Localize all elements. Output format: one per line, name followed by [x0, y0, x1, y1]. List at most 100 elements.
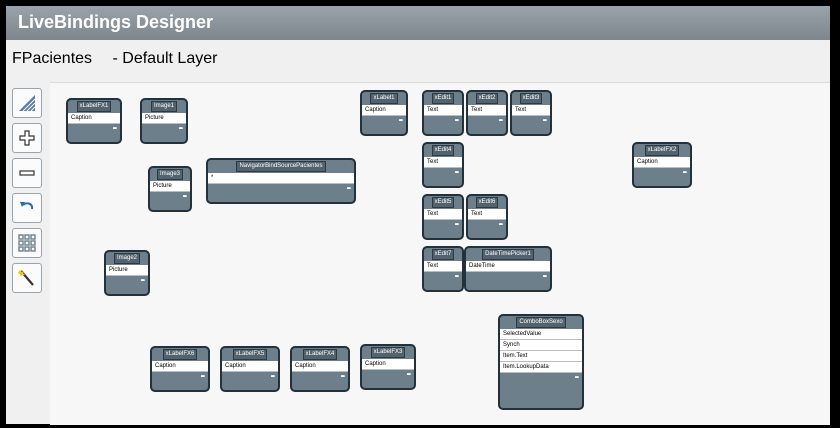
node-xedit6[interactable]: xEdit6 Text •••: [466, 194, 508, 240]
node-field[interactable]: Text: [468, 105, 506, 116]
node-title-text: xEdit3: [519, 93, 543, 104]
node-field[interactable]: Synch: [500, 340, 582, 351]
node-xedit7[interactable]: xEdit7 Text •••: [422, 246, 464, 292]
node-xlabelfx5[interactable]: xLabelFX5 Caption •••: [220, 346, 280, 392]
node-xlabelfx1[interactable]: xLabelFX1 Caption •••: [66, 98, 122, 144]
node-title-text: xLabelFX5: [232, 349, 268, 360]
designer-toolbar: [12, 88, 44, 298]
node-field[interactable]: Picture: [150, 181, 190, 192]
node-title: xEdit3: [512, 92, 550, 105]
node-xlabelfx2[interactable]: xLabelFX2 Caption •••: [632, 142, 692, 188]
node-field[interactable]: Text: [424, 105, 462, 116]
node-xlabelfx4[interactable]: xLabelFX4 Caption •••: [290, 346, 350, 392]
node-field[interactable]: Caption: [68, 113, 120, 124]
node-xedit1[interactable]: xEdit1 Text •••: [422, 90, 464, 136]
node-title: xLabelFX2: [634, 144, 690, 157]
node-title: xEdit2: [468, 92, 506, 105]
node-field[interactable]: Picture: [106, 265, 148, 276]
node-title: xLabel1: [362, 92, 406, 105]
node-more-button[interactable]: •••: [152, 372, 208, 382]
node-more-button[interactable]: •••: [424, 272, 462, 282]
node-field[interactable]: Text: [512, 105, 550, 116]
node-title: xLabelFX4: [292, 348, 348, 361]
node-xlabelfx6[interactable]: xLabelFX6 Caption •••: [150, 346, 210, 392]
node-title-text: xLabelFX4: [302, 349, 338, 360]
node-title-text: NavigatorBindSourcePacientes: [236, 161, 326, 172]
node-xlabel1[interactable]: xLabel1 Caption •••: [360, 90, 408, 136]
node-more-button[interactable]: •••: [500, 373, 582, 383]
node-title-text: Image2: [113, 253, 140, 264]
node-title: xEdit6: [468, 196, 506, 209]
designer-caption: FPacientes - Default Layer: [12, 50, 233, 68]
node-title-text: xEdit1: [431, 93, 455, 104]
node-field[interactable]: Item.Text: [500, 351, 582, 362]
node-more-button[interactable]: •••: [634, 168, 690, 178]
zoom-in-icon[interactable]: [12, 123, 42, 153]
node-more-button[interactable]: •••: [424, 220, 462, 230]
node-title-text: xEdit6: [475, 197, 499, 208]
node-title: xEdit1: [424, 92, 462, 105]
node-field[interactable]: SelectedValue: [500, 329, 582, 340]
node-more-button[interactable]: •••: [512, 116, 550, 126]
node-field[interactable]: Text: [424, 261, 462, 272]
node-field[interactable]: Text: [424, 209, 462, 220]
node-field[interactable]: *: [208, 173, 354, 184]
node-field[interactable]: Caption: [634, 157, 690, 168]
node-more-button[interactable]: •••: [466, 272, 550, 282]
node-more-button[interactable]: •••: [468, 116, 506, 126]
layer-label: - Default Layer: [112, 50, 218, 67]
node-field[interactable]: Caption: [222, 361, 278, 372]
node-title: xEdit4: [424, 144, 462, 157]
node-image1[interactable]: Image1 Picture •••: [140, 98, 188, 144]
node-xlabelfx3[interactable]: xLabelFX3 Caption •••: [360, 344, 416, 390]
node-field[interactable]: Caption: [362, 359, 414, 370]
form-name: FPacientes: [12, 50, 93, 67]
wizard-icon[interactable]: [12, 263, 42, 293]
node-field[interactable]: Text: [468, 209, 506, 220]
node-xedit3[interactable]: xEdit3 Text •••: [510, 90, 552, 136]
node-title-text: xLabelFX2: [644, 145, 680, 156]
node-field[interactable]: Caption: [292, 361, 348, 372]
node-title: Image3: [150, 168, 190, 181]
node-more-button[interactable]: •••: [208, 184, 354, 194]
node-comboboxsexo[interactable]: ComboBoxSexo SelectedValue Synch Item.Text I…: [498, 314, 584, 410]
grid-icon[interactable]: [12, 228, 42, 258]
node-title: xLabelFX6: [152, 348, 208, 361]
livebindings-window: LiveBindings Designer FPacientes - Defau…: [6, 6, 830, 425]
node-more-button[interactable]: •••: [150, 192, 190, 202]
node-xedit5[interactable]: xEdit5 Text •••: [422, 194, 464, 240]
node-more-button[interactable]: •••: [68, 124, 120, 134]
node-more-button[interactable]: •••: [222, 372, 278, 382]
node-title: xLabelFX3: [362, 346, 414, 359]
zoom-out-icon[interactable]: [12, 158, 42, 188]
node-title-text: xEdit2: [475, 93, 499, 104]
node-title-text: xLabelFX1: [76, 101, 112, 112]
node-more-button[interactable]: •••: [362, 116, 406, 126]
node-more-button[interactable]: •••: [106, 276, 148, 286]
node-more-button[interactable]: •••: [292, 372, 348, 382]
node-field[interactable]: Caption: [362, 105, 406, 116]
node-field[interactable]: Item.LookupData: [500, 362, 582, 373]
node-title-text: xEdit7: [431, 249, 455, 260]
undo-icon[interactable]: [12, 193, 42, 223]
node-more-button[interactable]: •••: [142, 124, 186, 134]
node-datetimepicker1[interactable]: DateTimePicker1 DateTime •••: [464, 246, 552, 292]
node-title: xEdit7: [424, 248, 462, 261]
node-xedit2[interactable]: xEdit2 Text •••: [466, 90, 508, 136]
node-field[interactable]: Picture: [142, 113, 186, 124]
node-title: xLabelFX5: [222, 348, 278, 361]
node-field[interactable]: Text: [424, 157, 462, 168]
node-more-button[interactable]: •••: [468, 220, 506, 230]
window-title: LiveBindings Designer: [18, 12, 214, 32]
node-xedit4[interactable]: xEdit4 Text •••: [422, 142, 464, 188]
node-more-button[interactable]: •••: [362, 370, 414, 380]
node-more-button[interactable]: •••: [424, 168, 462, 178]
node-image2[interactable]: Image2 Picture •••: [104, 250, 150, 296]
node-field[interactable]: DateTime: [466, 261, 550, 272]
tool-layer-icon[interactable]: [12, 88, 42, 118]
node-image3[interactable]: Image3 Picture •••: [148, 166, 192, 212]
node-more-button[interactable]: •••: [424, 116, 462, 126]
node-title-text: xLabel1: [370, 93, 398, 104]
node-field[interactable]: Caption: [152, 361, 208, 372]
node-navigator[interactable]: NavigatorBindSourcePacientes * •••: [206, 158, 356, 204]
